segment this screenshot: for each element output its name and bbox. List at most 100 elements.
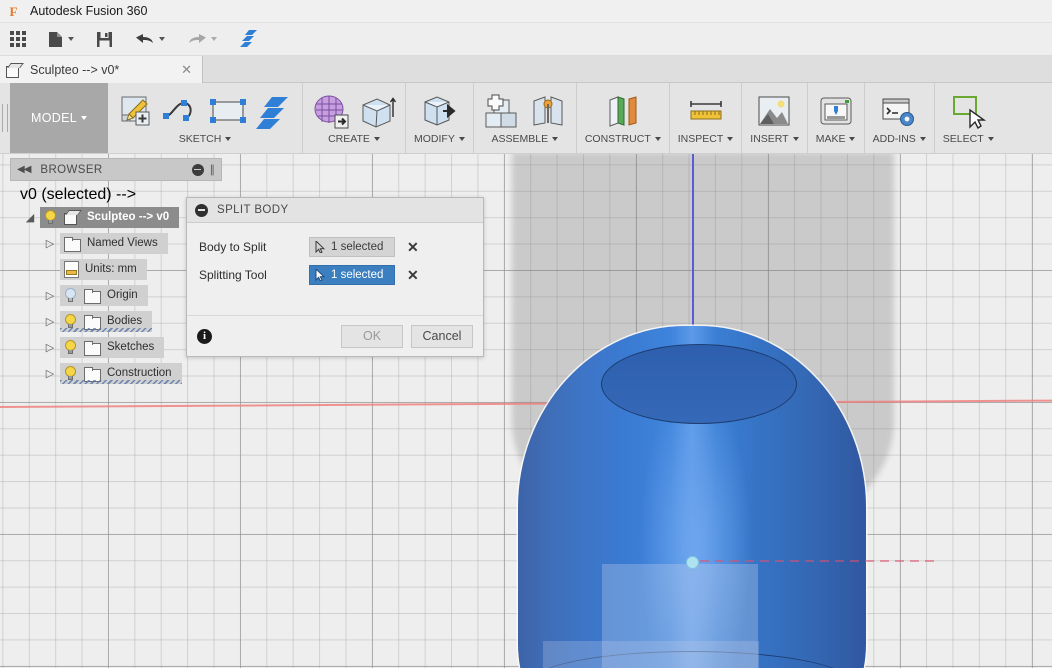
fusion-f-logo-icon: F: [6, 3, 21, 19]
new-component-icon[interactable]: [482, 91, 522, 131]
dialog-footer: i OK Cancel: [187, 315, 483, 356]
redo-button[interactable]: [182, 26, 222, 52]
browser-item-chip[interactable]: Units: mm: [60, 258, 147, 280]
ribbon-panel-assemble: ASSEMBLE: [474, 83, 577, 153]
file-icon: [49, 31, 62, 47]
offset-plane-icon[interactable]: [603, 91, 643, 131]
ribbon-panel-inspect: INSPECT: [670, 83, 743, 153]
ribbon-panel-label-create[interactable]: CREATE: [328, 133, 380, 145]
expander-icon[interactable]: ◢: [20, 211, 40, 224]
clear-body-to-split-icon[interactable]: ✕: [407, 240, 419, 254]
expander-icon[interactable]: ▷: [40, 367, 60, 380]
ribbon-panel-label-sketch[interactable]: SKETCH: [179, 133, 232, 145]
browser-item-label: Bodies: [107, 315, 143, 327]
splitting-tool-select-button[interactable]: 1 selected: [309, 265, 395, 285]
tab-label: Sculpteo --> v0*: [30, 62, 120, 77]
browser-item-chip[interactable]: Origin: [60, 284, 148, 306]
browser-item-chip[interactable]: Construction: [60, 362, 182, 384]
create-sketch-icon[interactable]: [116, 91, 156, 131]
collapse-left-icon[interactable]: ◀◀: [17, 164, 31, 175]
browser-item-chip[interactable]: Sculpteo --> v0: [40, 206, 180, 228]
splitting-tool-plane-lower[interactable]: [543, 641, 759, 668]
ribbon-panel-addins: ADD-INS: [865, 83, 935, 153]
info-icon[interactable]: i: [197, 328, 212, 344]
ribbon-panel-label-construct[interactable]: CONSTRUCT: [585, 133, 661, 145]
workspace-label: MODEL: [31, 111, 77, 125]
folder-icon: [84, 366, 101, 382]
fusion-mark-icon[interactable]: [254, 91, 294, 131]
lightbulb-icon[interactable]: [64, 339, 77, 355]
quick-access-toolbar: [0, 23, 1052, 56]
form-mesh-icon[interactable]: [311, 91, 351, 131]
ribbon-panel-label-select[interactable]: SELECT: [943, 133, 994, 145]
press-pull-icon[interactable]: [419, 91, 459, 131]
lightbulb-icon[interactable]: [64, 365, 77, 381]
dialog-title-bar[interactable]: SPLIT BODY: [187, 198, 483, 223]
joint-icon[interactable]: [528, 91, 568, 131]
cursor-icon: [315, 241, 325, 253]
lightbulb-icon[interactable]: [44, 209, 57, 225]
ribbon-panel-label-make[interactable]: MAKE: [816, 133, 856, 145]
lightbulb-icon[interactable]: [64, 287, 77, 303]
insert-image-icon[interactable]: [754, 91, 794, 131]
redo-arrow-icon: [189, 34, 206, 43]
ribbon-panel-label-modify[interactable]: MODIFY: [414, 133, 465, 145]
show-data-panel-button[interactable]: [5, 26, 31, 52]
expander-icon[interactable]: ▷: [40, 341, 60, 354]
ribbon-panel-make: MAKE: [808, 83, 865, 153]
expander-icon[interactable]: ▷: [40, 315, 60, 328]
clear-splitting-tool-icon[interactable]: ✕: [407, 268, 419, 282]
body-top-face[interactable]: [601, 344, 797, 424]
close-icon[interactable]: ✕: [177, 62, 196, 78]
ribbon-panel-label-insert[interactable]: INSERT: [750, 133, 799, 145]
save-button[interactable]: [91, 26, 118, 52]
chevron-down-icon: [654, 137, 661, 141]
workspace-selector[interactable]: MODEL: [10, 83, 108, 153]
browser-item-chip[interactable]: Bodies: [60, 310, 153, 332]
minimize-icon[interactable]: [191, 163, 204, 176]
window-title: Autodesk Fusion 360: [30, 4, 148, 18]
cancel-button[interactable]: Cancel: [411, 324, 473, 348]
field-body-to-split: Body to Split 1 selected ✕: [187, 233, 483, 261]
extrude-icon[interactable]: [357, 91, 397, 131]
document-tab[interactable]: Sculpteo --> v0* ✕: [0, 56, 203, 83]
ribbon-panel-construct: CONSTRUCT: [577, 83, 670, 153]
rectangle-icon[interactable]: [208, 91, 248, 131]
body-to-split-select-button[interactable]: 1 selected: [309, 237, 395, 257]
selection-squiggle: [60, 327, 153, 332]
field-label: Splitting Tool: [199, 268, 267, 282]
chevron-down-icon: [225, 137, 232, 141]
folder-icon: [84, 288, 101, 304]
selection-squiggle: [60, 379, 182, 384]
origin-point-icon[interactable]: [686, 556, 699, 569]
ribbon-panel-label-assemble[interactable]: ASSEMBLE: [492, 133, 559, 145]
browser-item-label: Named Views: [87, 237, 158, 249]
browser-title: BROWSER: [40, 163, 103, 176]
folder-icon: [84, 314, 101, 330]
field-value: 1 selected: [331, 241, 384, 253]
cube-icon: [6, 63, 22, 78]
expander-icon[interactable]: ▷: [40, 289, 60, 302]
measure-ruler-icon[interactable]: [686, 91, 726, 131]
ribbon-panel-modify: MODIFY: [406, 83, 474, 153]
chevron-down-icon: [727, 137, 734, 141]
select-cursor-icon[interactable]: [948, 91, 988, 131]
drag-grip-icon[interactable]: ∥: [210, 163, 216, 176]
dialog-body: Body to Split 1 selected ✕ Splitting Too…: [187, 223, 483, 315]
lightbulb-icon[interactable]: [64, 313, 77, 329]
3d-print-icon[interactable]: [816, 91, 856, 131]
spline-icon[interactable]: [162, 91, 202, 131]
file-menu-button[interactable]: [43, 26, 79, 52]
browser-row-construction[interactable]: ▷ Construction: [20, 360, 230, 386]
ribbon-panel-label-inspect[interactable]: INSPECT: [678, 133, 734, 145]
ribbon-grip[interactable]: [0, 83, 10, 153]
browser-item-chip[interactable]: Sketches: [60, 336, 165, 358]
fusion-mark-button[interactable]: [234, 26, 264, 52]
undo-button[interactable]: [130, 26, 170, 52]
scripts-addins-icon[interactable]: [879, 91, 919, 131]
minus-circle-icon[interactable]: [195, 203, 208, 217]
ribbon-panel-label-addins[interactable]: ADD-INS: [873, 133, 926, 145]
ok-button[interactable]: OK: [341, 324, 403, 348]
browser-item-chip[interactable]: Named Views: [60, 232, 168, 254]
expander-icon[interactable]: ▷: [40, 237, 60, 250]
